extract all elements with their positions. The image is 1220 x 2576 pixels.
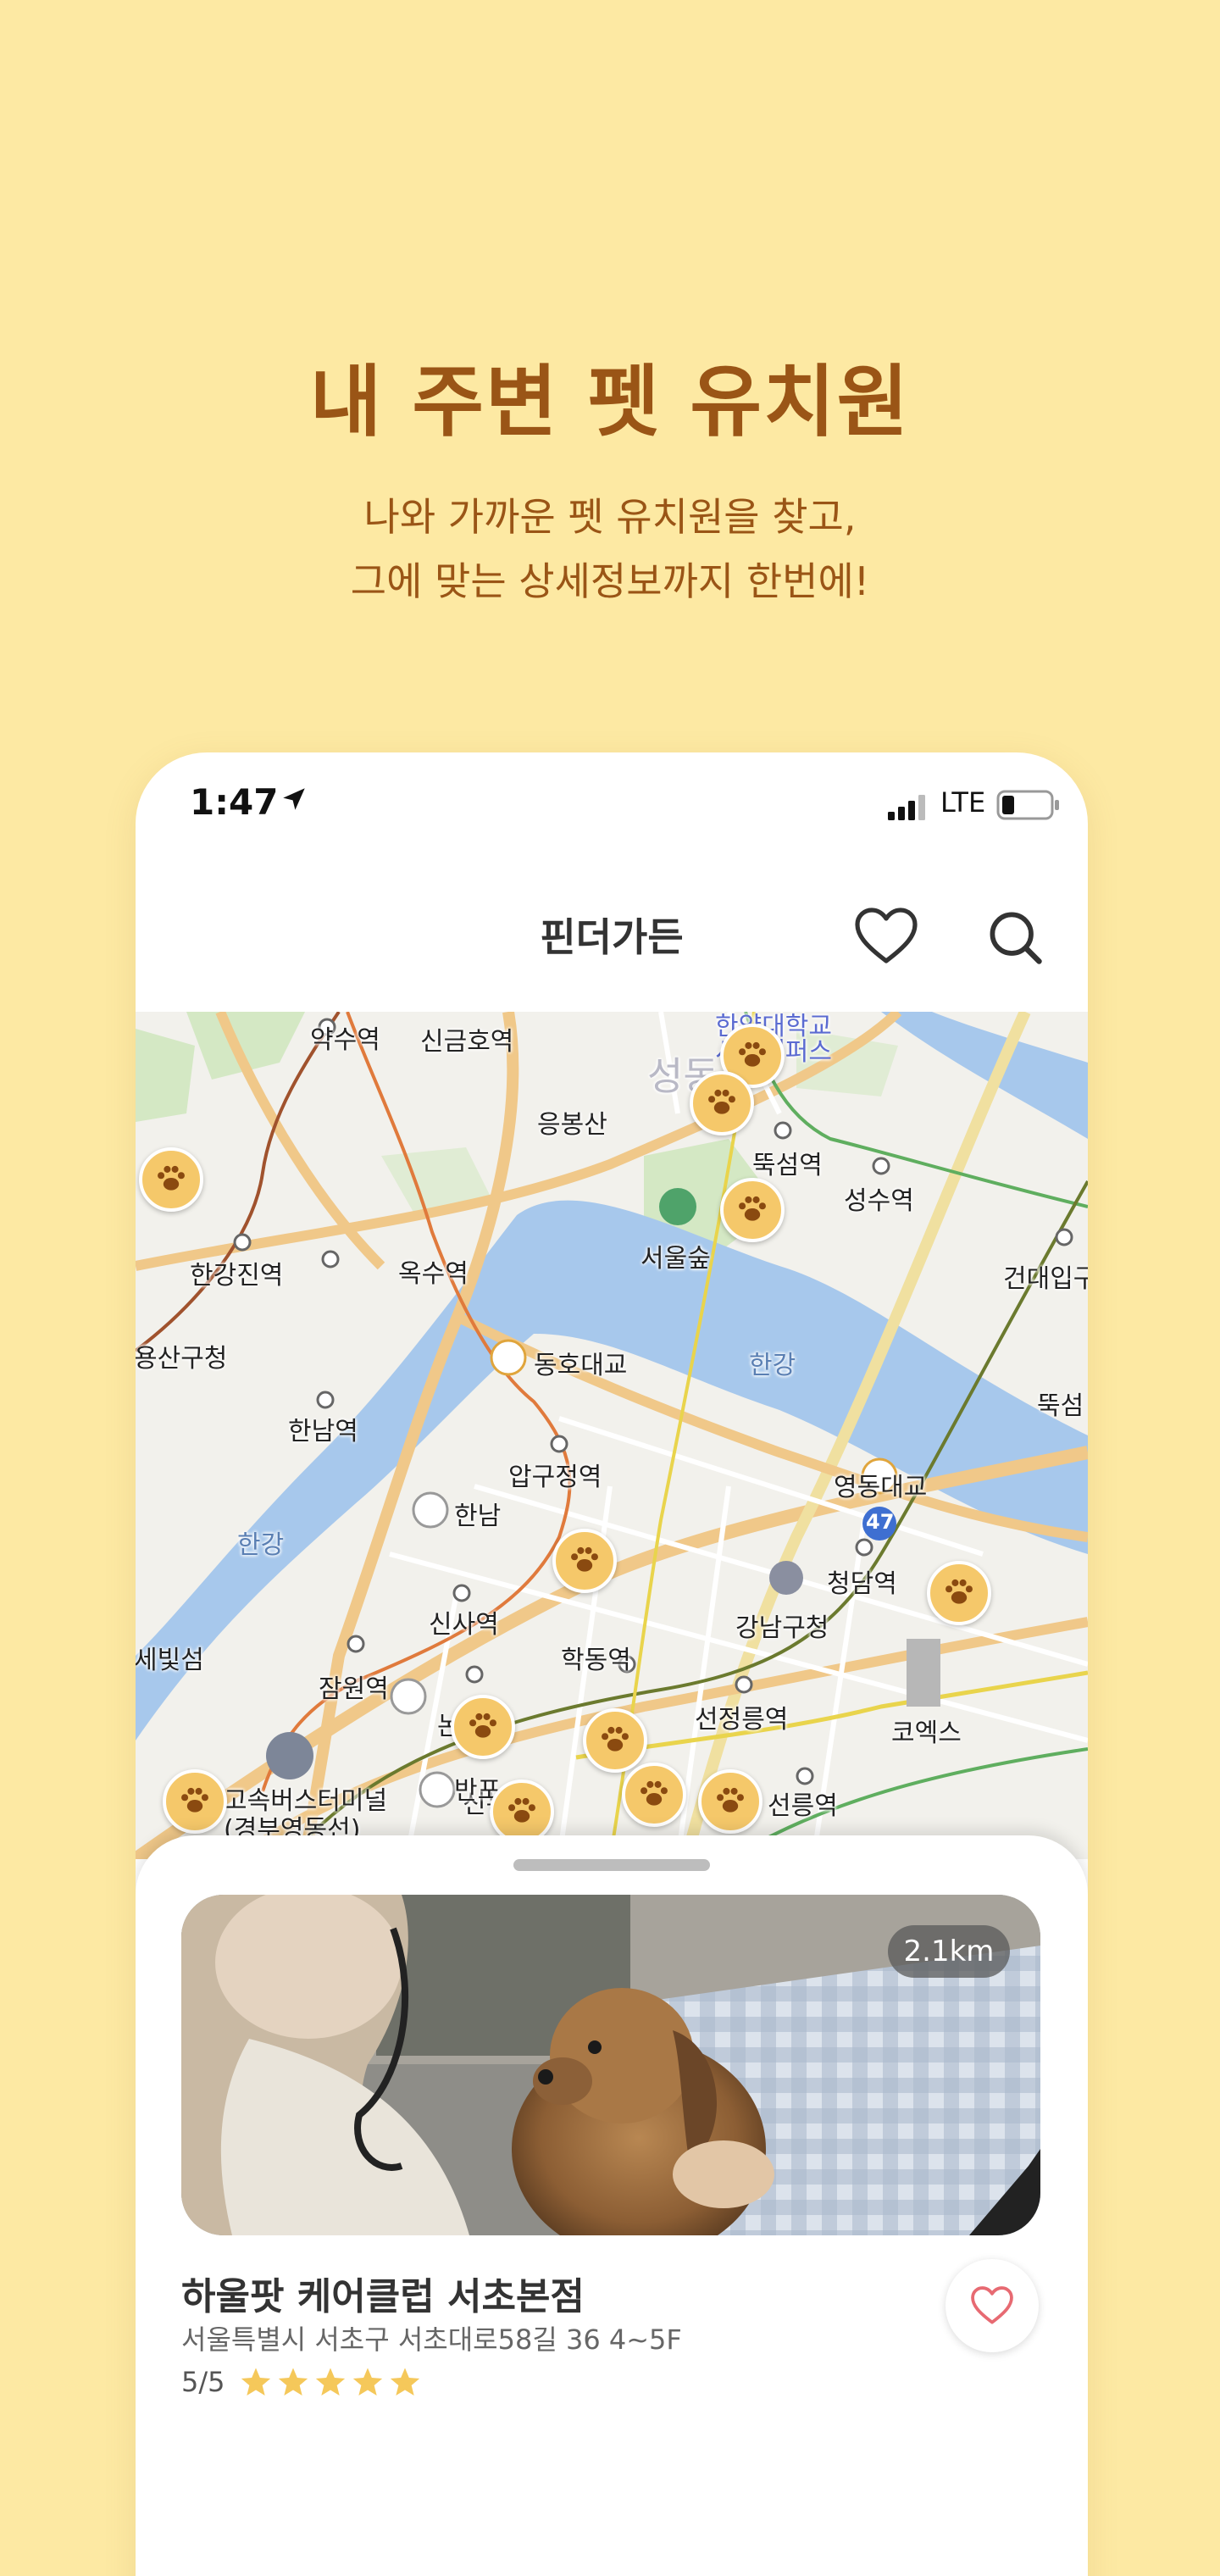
map-label-eungbongsan: 응봉산 (537, 1110, 607, 1140)
phone-frame: 1:47 LTE 핀더가든 약수역 신금호역 응봉산 한양대학교 성동 뚝섬역 … (136, 752, 1088, 2576)
map-label-hangangjin: 한강진역 (190, 1261, 284, 1291)
paw-icon (181, 1787, 208, 1813)
paw-icon (717, 1787, 744, 1813)
app-title: 핀더가든 (540, 914, 684, 960)
map-label-seonjeongneung: 선정릉역 (695, 1705, 789, 1735)
paw-icon (739, 1041, 766, 1067)
paw-marker[interactable] (583, 1708, 647, 1773)
map-label-hangang-2: 한강 (237, 1530, 285, 1560)
paw-marker[interactable] (490, 1779, 554, 1844)
star-icon (278, 2368, 308, 2396)
status-time: 1:47 (190, 781, 279, 823)
paw-icon (946, 1579, 973, 1604)
star-icon (352, 2368, 383, 2396)
status-bar: 1:47 LTE (136, 752, 1088, 871)
heart-icon (971, 2286, 1013, 2324)
map-label-jamwon: 잠원역 (319, 1674, 389, 1704)
paw-marker[interactable] (698, 1769, 762, 1834)
favorite-button[interactable] (946, 2259, 1039, 2352)
map-label-hakdong: 학동역 (561, 1646, 631, 1675)
map-label-dongho: 동호대교 (534, 1351, 628, 1380)
map-label-road-47: 47 (866, 1510, 895, 1534)
rating-text: 5/5 (181, 2366, 225, 2398)
paw-marker[interactable] (622, 1763, 686, 1827)
paw-marker[interactable] (139, 1147, 203, 1212)
map-label-hangang-1: 한강 (749, 1351, 796, 1380)
place-name[interactable]: 하울팟 케어클럽 서초본점 (181, 2266, 585, 2320)
heart-icon[interactable] (852, 903, 920, 971)
map-label-singeumho: 신금호역 (420, 1027, 514, 1057)
map-label-coex: 코엑스 (891, 1718, 962, 1748)
paw-icon (708, 1089, 735, 1114)
paw-icon (602, 1726, 629, 1752)
hero-subtitle-line1: 나와 가까운 펫 유치원을 찾고, (363, 494, 857, 540)
map-label-sinsa: 신사역 (429, 1610, 499, 1640)
paw-icon (158, 1165, 185, 1191)
distance-badge: 2.1km (888, 1925, 1010, 1978)
paw-icon (640, 1780, 668, 1806)
paw-icon (739, 1196, 766, 1221)
star-icon (241, 2368, 271, 2396)
star-icon (315, 2368, 346, 2396)
map-label-ttukseom: 뚝섬역 (752, 1151, 823, 1180)
paw-marker[interactable] (927, 1561, 991, 1625)
map-label-sebit: 세빛섬 (136, 1646, 204, 1675)
map-label-gangnam-gu: 강남구청 (735, 1613, 829, 1643)
paw-marker[interactable] (163, 1769, 227, 1834)
map-label-seolleung: 선릉역 (768, 1791, 838, 1821)
hero-subtitle-line2: 그에 맞는 상세정보까지 한번에! (350, 558, 870, 604)
paw-marker[interactable] (690, 1071, 754, 1135)
hero-title: 내 주변 펫 유치원 (309, 357, 911, 447)
map-label-yaksu: 약수역 (310, 1025, 380, 1055)
map-label-ttuk: 뚝섬 (1037, 1391, 1084, 1421)
network-label: LTE (940, 786, 986, 819)
place-bottom-sheet[interactable]: 2.1km 하울팟 케어클럽 서초본점 서울특별시 서초구 서초대로58길 36… (136, 1835, 1088, 2576)
map-label-yeongdong: 영동대교 (834, 1473, 928, 1502)
location-arrow-icon (283, 788, 305, 810)
paw-marker[interactable] (451, 1695, 515, 1759)
paw-icon (469, 1713, 496, 1738)
map-label-seoulsup: 서울숲 (640, 1244, 711, 1274)
map-view[interactable]: 약수역 신금호역 응봉산 한양대학교 서울캠퍼스 성동 뚝섬역 성수역 한강진역… (136, 1012, 1088, 1859)
search-icon[interactable] (983, 905, 1047, 969)
paw-marker[interactable] (720, 1178, 785, 1242)
place-address: 서울특별시 서초구 서초대로58길 36 4~5F (181, 2323, 682, 2356)
star-icon (390, 2368, 420, 2396)
map-label-seongsu: 성수역 (844, 1186, 914, 1216)
battery-icon (996, 790, 1059, 820)
sheet-drag-handle[interactable] (513, 1859, 710, 1871)
map-label-yongsan: 용산구청 (136, 1344, 228, 1374)
map-label-kondae: 건대입구 (1003, 1264, 1088, 1294)
map-label-apgujeong: 압구정역 (508, 1463, 602, 1492)
signal-icon (888, 795, 925, 820)
paw-icon (508, 1797, 535, 1823)
paw-marker[interactable] (552, 1529, 617, 1593)
map-label-oksu: 옥수역 (398, 1259, 469, 1289)
map-label-cheongdam: 청담역 (827, 1569, 897, 1599)
map-label-ic-hannam: 한남 (454, 1502, 502, 1531)
map-label-hannam: 한남역 (288, 1417, 358, 1446)
paw-icon (571, 1546, 598, 1572)
